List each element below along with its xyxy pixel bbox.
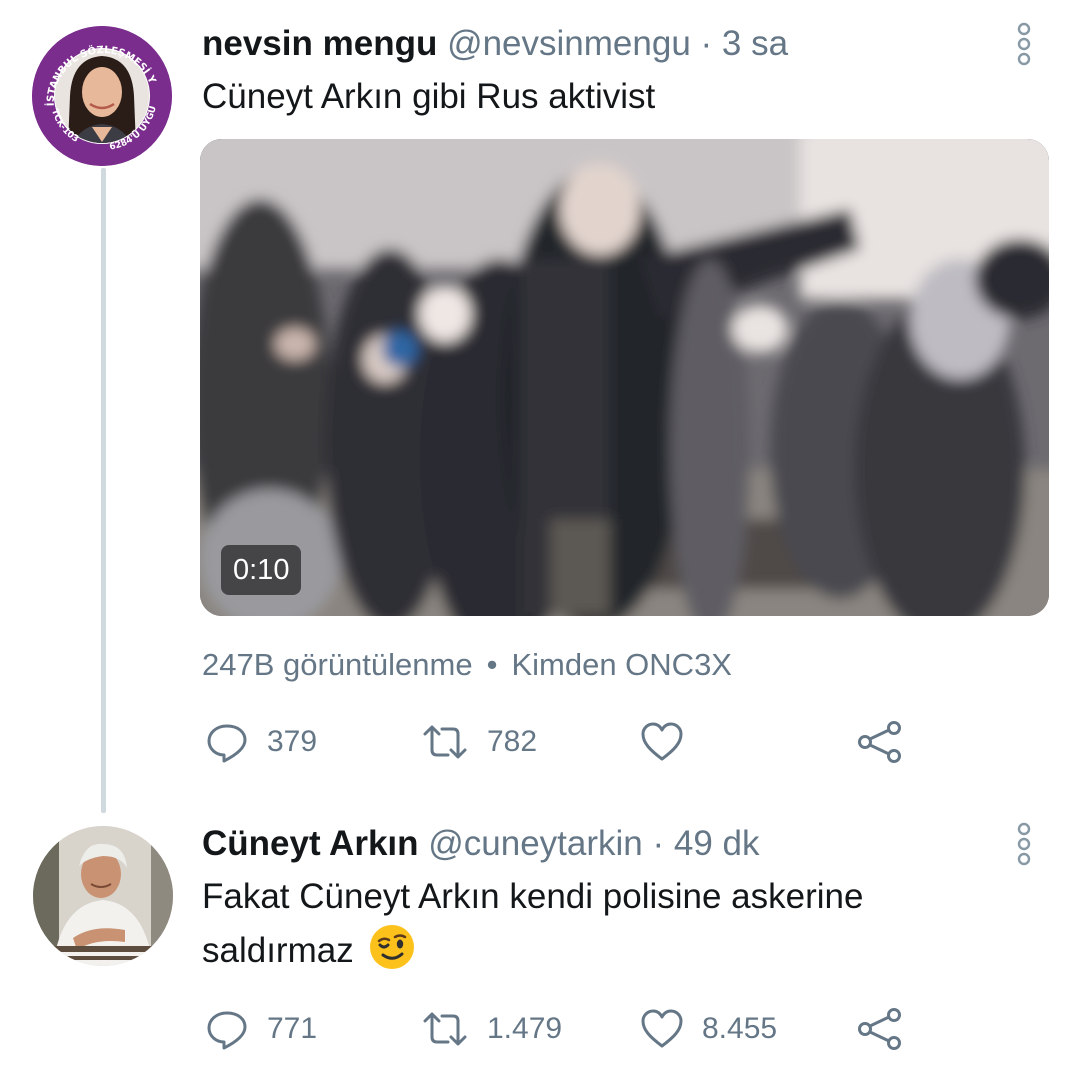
reply-icon [207,724,247,763]
video-source[interactable]: Kimden ONC3X [511,647,732,682]
view-count: 247B görüntülenme [202,647,473,682]
tweet-actions: 771 1.479 8.455 [0,1004,1080,1054]
reply-button[interactable]: 379 [205,717,317,767]
more-icon[interactable] [1015,822,1033,866]
retweet-count: 782 [487,725,538,758]
avatar-image [33,826,173,966]
view-count-line: 247B görüntülenme • Kimden ONC3X [202,643,732,687]
like-icon [641,1009,683,1048]
display-name[interactable]: Cüneyt Arkın [202,824,419,863]
like-button[interactable] [640,717,702,767]
display-name[interactable]: nevsin mengu [202,24,437,63]
timestamp[interactable]: 3 sa [722,24,788,63]
user-handle[interactable]: @cuneytarkin [428,824,643,863]
share-icon [858,721,901,763]
tweet-text-line-1: Fakat Cüneyt Arkın kendi polisine askeri… [202,877,864,916]
reply-count: 771 [267,1012,318,1045]
tweet-text-line-2-text: saldırmaz [202,931,354,970]
retweet-button[interactable]: 782 [421,717,537,767]
share-button[interactable] [857,1004,903,1054]
video-player[interactable] [200,139,1049,616]
winking-face-emoji-icon [370,925,415,969]
like-count: 8.455 [702,1012,778,1045]
avatar-image: İSTANBUL SÖZLEŞMESİ YAŞATIR TCK-103 6284… [32,26,172,166]
retweet-icon [423,1012,467,1046]
retweet-icon [423,725,467,759]
separator-dot: · [700,24,713,63]
avatar[interactable]: İSTANBUL SÖZLEŞMESİ YAŞATIR TCK-103 6284… [32,26,172,166]
retweet-count: 1.479 [487,1012,563,1045]
retweet-button[interactable]: 1.479 [421,1004,562,1054]
tweet-text: Fakat Cüneyt Arkın kendi polisine askeri… [202,870,863,978]
tweet-actions: 379 782 [0,717,1080,767]
video-thumbnail [200,139,1049,616]
reply-count: 379 [267,725,318,758]
separator-dot: · [652,824,665,863]
share-icon [858,1008,901,1050]
tweet-text-line-2: saldırmaz [202,924,863,978]
tweet-header: Cüneyt Arkın @cuneytarkin · 49 dk [202,822,760,866]
more-icon[interactable] [1015,22,1033,66]
video-duration-badge: 0:10 [221,545,302,595]
reply-button[interactable]: 771 [205,1004,317,1054]
like-button[interactable]: 8.455 [640,1004,777,1054]
user-handle[interactable]: @nevsinmengu [447,24,691,63]
tweet-header: nevsin mengu @nevsinmengu · 3 sa [202,22,788,66]
timestamp[interactable]: 49 dk [674,824,760,863]
like-icon [641,722,683,761]
share-button[interactable] [857,717,903,767]
reply-icon [207,1011,247,1050]
tweet-text: Cüneyt Arkın gibi Rus aktivist [202,77,656,116]
views-separator: • [486,647,498,682]
avatar[interactable] [33,826,173,966]
